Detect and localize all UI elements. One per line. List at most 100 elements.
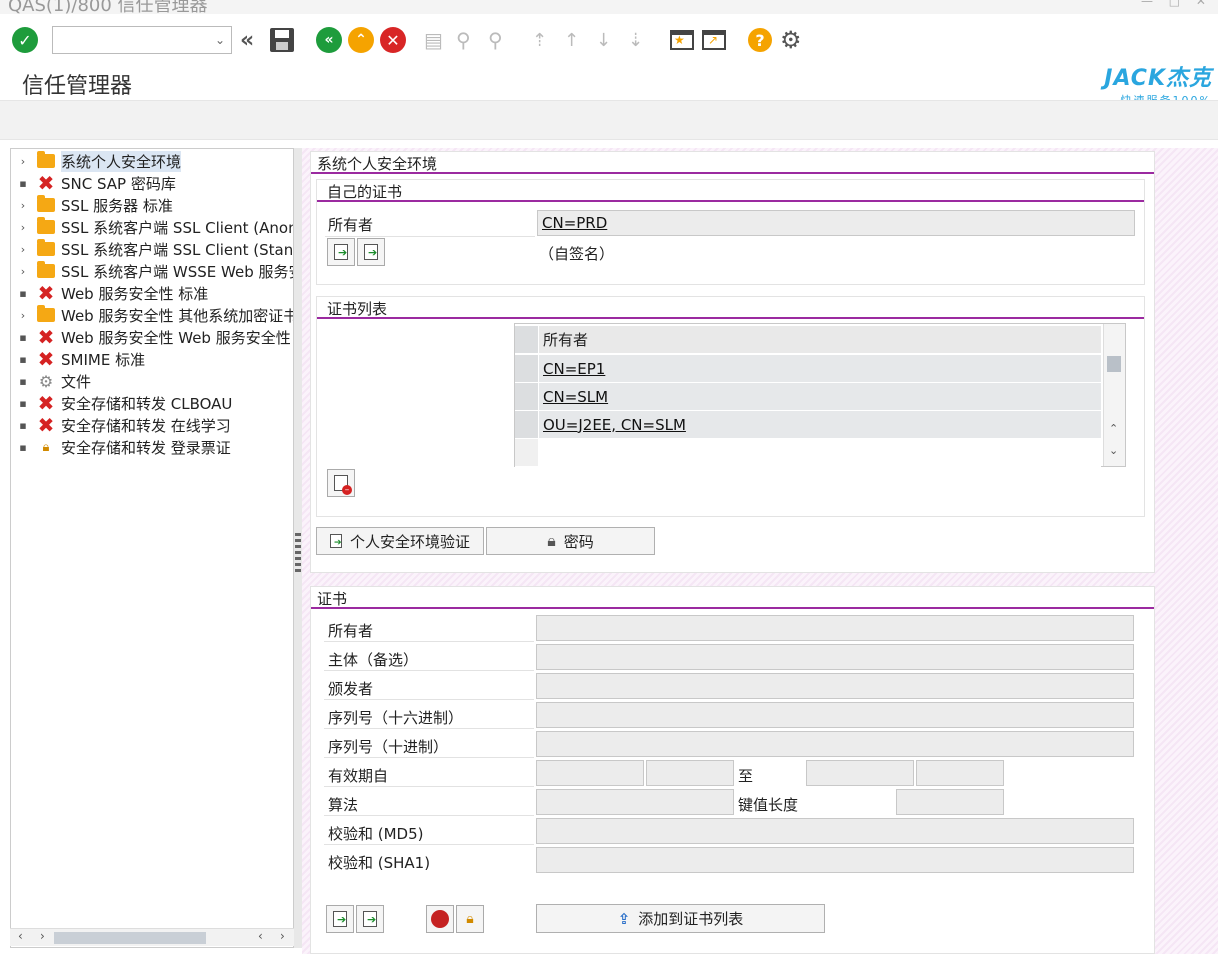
expand-chevron-icon[interactable]: › <box>11 221 35 234</box>
settings-icon[interactable]: ⚙ <box>780 26 802 54</box>
password-label: 密码 <box>563 532 594 551</box>
tree-node[interactable]: › SSL 系统客户端 WSSE Web 服务安 <box>11 260 293 282</box>
table-row[interactable]: OU=J2EE, CN=SLM <box>515 411 1101 439</box>
table-cell-owner[interactable]: OU=J2EE, CN=SLM <box>539 416 686 434</box>
row-selector[interactable] <box>515 411 539 438</box>
expand-chevron-icon[interactable]: › <box>11 309 35 322</box>
find-next-icon[interactable]: ⚲ <box>488 26 503 54</box>
command-field[interactable]: ⌄ <box>52 26 232 54</box>
subject-alt-field[interactable] <box>536 644 1134 670</box>
window-controls[interactable]: — □ ✕ <box>1141 0 1212 8</box>
help-icon[interactable]: ? <box>748 26 772 54</box>
back-icon[interactable]: « <box>316 26 342 54</box>
save-icon[interactable] <box>270 26 294 54</box>
owner-value[interactable]: CN=PRD <box>542 214 607 232</box>
scroll-thumb[interactable] <box>54 932 206 944</box>
valid-to-date-field[interactable] <box>806 760 914 786</box>
pse-verify-button[interactable]: ➔ 个人安全环境验证 <box>316 527 484 555</box>
tree-node-label: SMIME 标准 <box>61 350 146 369</box>
table-vertical-scrollbar[interactable]: ⌃ ⌄ <box>1103 324 1125 466</box>
row-selector[interactable] <box>515 383 539 410</box>
scroll-right-end-icon[interactable]: › <box>280 929 285 943</box>
sha1-field[interactable] <box>536 847 1134 873</box>
chevron-down-icon[interactable]: ⌄ <box>215 33 225 47</box>
export-button[interactable]: ➔ <box>356 905 384 933</box>
delete-doc-icon: – <box>334 475 352 495</box>
tree-node[interactable]: ▪ ✖ 安全存储和转发 CLBOAU <box>11 392 232 414</box>
scroll-thumb[interactable] <box>1107 356 1121 372</box>
first-page-icon[interactable]: ⇡ <box>532 26 547 54</box>
table-row[interactable]: CN=SLM <box>515 383 1101 411</box>
red-x-icon: ✖ <box>37 391 55 415</box>
cert-owner-field[interactable] <box>536 615 1134 641</box>
serial-dec-field[interactable] <box>536 731 1134 757</box>
valid-from-time-field[interactable] <box>646 760 734 786</box>
import-button[interactable]: ➔ <box>326 905 354 933</box>
shortcut-icon[interactable]: ↗ <box>702 26 726 54</box>
exit-icon[interactable]: ⌃ <box>348 26 374 54</box>
tree-node[interactable]: ▪ ✖ Web 服务安全性 标准 <box>11 282 208 304</box>
tree-node[interactable]: ▪ ✖ Web 服务安全性 Web 服务安全性 <box>11 326 290 348</box>
table-cell-owner[interactable]: CN=EP1 <box>539 360 605 378</box>
splitter[interactable] <box>294 148 302 948</box>
add-to-list-button[interactable]: ⇪ 添加到证书列表 <box>536 904 825 933</box>
tree-node[interactable]: › Web 服务安全性 其他系统加密证书 <box>11 304 293 326</box>
check-icon[interactable]: ✓ <box>12 26 38 54</box>
expand-chevron-icon[interactable]: › <box>11 199 35 212</box>
verify-cert-button[interactable] <box>426 905 454 933</box>
algorithm-field[interactable] <box>536 789 734 815</box>
tree-node[interactable]: › SSL 服务器 标准 <box>11 194 173 216</box>
scroll-left-icon[interactable]: ‹ <box>18 929 23 943</box>
expand-chevron-icon[interactable]: › <box>11 243 35 256</box>
tree-node[interactable]: ▪ ✖ 安全存储和转发 在线学习 <box>11 414 231 436</box>
next-page-icon[interactable]: ↓ <box>596 26 611 54</box>
print-icon[interactable]: ▤ <box>424 26 443 54</box>
tree-node[interactable]: › SSL 系统客户端 SSL Client (Anon <box>11 216 293 238</box>
last-page-icon[interactable]: ⇣ <box>628 26 643 54</box>
cert-list-table: 所有者 CN=EP1 CN=SLM OU=J2EE, CN=SLM ⌃ ⌄ <box>514 323 1126 467</box>
window-titlebar: QAS(1)/800 信任管理器 — □ ✕ <box>0 0 1218 14</box>
password-button[interactable]: 🔒︎ 密码 <box>486 527 655 555</box>
delete-cert-button[interactable]: – <box>327 469 355 497</box>
tree-node[interactable]: › 系统个人安全环境 <box>11 150 182 172</box>
verify-doc-icon: ➔ <box>329 534 342 548</box>
row-selector[interactable] <box>515 355 539 382</box>
cert-lock-button[interactable]: 🔒︎ <box>456 905 484 933</box>
md5-field[interactable] <box>536 818 1134 844</box>
column-owner-header[interactable]: 所有者 <box>539 329 588 350</box>
owner-label: 所有者 <box>328 216 374 234</box>
valid-to-time-field[interactable] <box>916 760 1004 786</box>
double-chevron-left-icon[interactable]: « <box>240 26 254 54</box>
tree-horizontal-scrollbar[interactable]: ‹ › ‹ › <box>10 928 294 946</box>
window-title: QAS(1)/800 信任管理器 <box>8 0 208 14</box>
tree-node[interactable]: › SSL 系统客户端 SSL Client (Stand <box>11 238 293 260</box>
md5-label: 校验和 (MD5) <box>328 825 424 843</box>
scroll-left-end-icon[interactable]: ‹ <box>258 929 263 943</box>
table-row[interactable] <box>515 439 1101 467</box>
serial-hex-field[interactable] <box>536 702 1134 728</box>
key-length-field[interactable] <box>896 789 1004 815</box>
table-row[interactable]: CN=EP1 <box>515 355 1101 383</box>
tree-node[interactable]: ▪ ✖ SNC SAP 密码库 <box>11 172 176 194</box>
issuer-field[interactable] <box>536 673 1134 699</box>
cancel-icon[interactable]: ✕ <box>380 26 406 54</box>
find-icon[interactable]: ⚲ <box>456 26 471 54</box>
table-cell-owner[interactable]: CN=SLM <box>539 388 608 406</box>
expand-chevron-icon[interactable]: › <box>11 265 35 278</box>
tree-node[interactable]: ▪ ✖ SMIME 标准 <box>11 348 145 370</box>
prev-page-icon[interactable]: ↑ <box>564 26 579 54</box>
owner-field[interactable]: CN=PRD <box>537 210 1135 236</box>
scroll-down-icon[interactable]: ⌄ <box>1109 444 1118 457</box>
import-cert-button[interactable]: ➔ <box>327 238 355 266</box>
select-all-cell[interactable] <box>515 326 539 353</box>
row-selector[interactable] <box>515 439 539 466</box>
folder-icon <box>35 239 57 258</box>
valid-from-date-field[interactable] <box>536 760 644 786</box>
create-session-icon[interactable]: ★ <box>670 26 694 54</box>
expand-chevron-icon[interactable]: › <box>11 155 35 168</box>
tree-node[interactable]: ▪ ⚙ 文件 <box>11 370 91 392</box>
export-cert-button[interactable]: ➔ <box>357 238 385 266</box>
scroll-right-icon[interactable]: › <box>40 929 45 943</box>
scroll-up-icon[interactable]: ⌃ <box>1109 422 1118 435</box>
tree-node[interactable]: ▪ 🔒︎ 安全存储和转发 登录票证 <box>11 436 231 458</box>
